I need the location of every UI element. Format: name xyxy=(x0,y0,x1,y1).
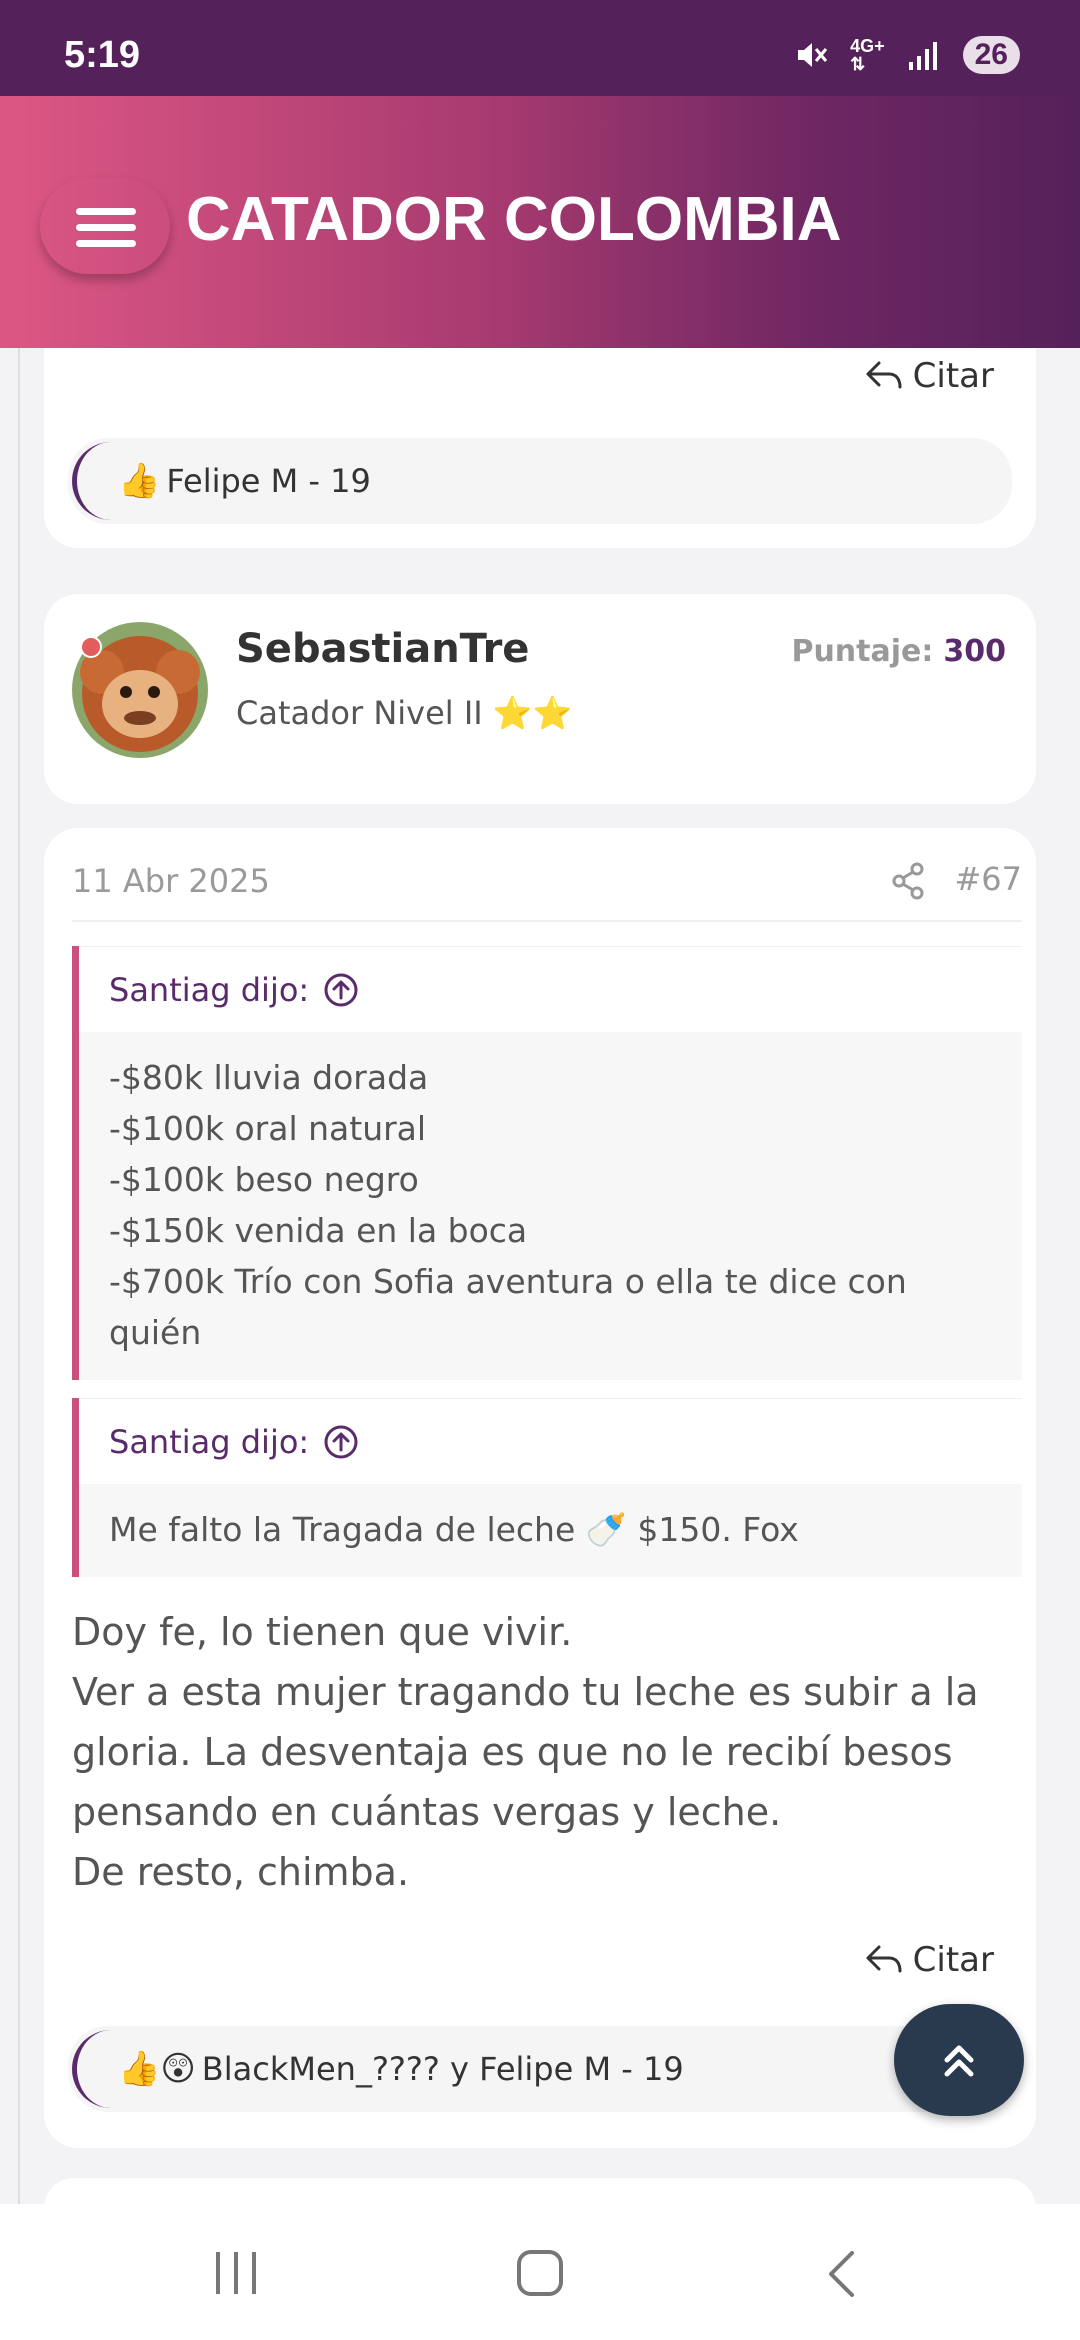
quote-header[interactable]: Santiag dijo: xyxy=(79,1398,1022,1484)
post-body: Doy fe, lo tienen que vivir. Ver a esta … xyxy=(72,1610,979,1894)
status-time: 5:19 xyxy=(64,34,141,76)
quote-author: Santiag dijo: xyxy=(109,1422,310,1461)
previous-post-card: Citar 👍 Felipe M - 19 xyxy=(44,348,1036,548)
system-nav-bar xyxy=(0,2204,1080,2340)
status-bar: 5:19 4G+ ⇅ 26 xyxy=(0,0,1080,96)
home-button[interactable] xyxy=(517,2250,563,2296)
app-header: CATADOR COLOMBIA xyxy=(0,96,1080,348)
author-score: Puntaje: 300 xyxy=(791,634,1006,669)
quote-block: Santiag dijo: -$80k lluvia dorada -$100k… xyxy=(72,946,1022,1380)
quote-body: Me falto la Tragada de leche 🍼 $150. Fox xyxy=(109,1510,799,1549)
post-card: 11 Abr 2025 #67 Santiag dijo: -$80k lluv… xyxy=(44,828,1036,2148)
signal-icon xyxy=(908,42,937,70)
reply-icon xyxy=(866,361,902,389)
quote-author: Santiag dijo: xyxy=(109,970,310,1009)
menu-button[interactable] xyxy=(40,178,170,274)
reaction-text: Felipe M - 19 xyxy=(166,462,371,500)
reaction-emojis-icon: 👍😲 xyxy=(118,2049,196,2089)
author-card: SebastianTre Catador Nivel II ⭐⭐ Puntaje… xyxy=(44,594,1036,804)
reaction-summary[interactable]: 👍 Felipe M - 19 xyxy=(68,438,1012,524)
online-status-dot xyxy=(80,636,102,658)
post-number[interactable]: #67 xyxy=(954,860,1022,898)
quote-block: Santiag dijo: Me falto la Tragada de lec… xyxy=(72,1398,1022,1577)
thumbs-up-icon: 👍 xyxy=(118,461,161,501)
post-date: 11 Abr 2025 xyxy=(72,862,270,900)
cite-label: Citar xyxy=(912,1940,994,1980)
reaction-summary[interactable]: 👍😲 BlackMen_???? y Felipe M - 19 xyxy=(68,2026,1012,2112)
left-divider xyxy=(18,348,20,2204)
mute-icon xyxy=(798,43,828,67)
next-post-card xyxy=(44,2178,1036,2204)
author-username[interactable]: SebastianTre xyxy=(236,626,529,672)
cite-button[interactable]: Citar xyxy=(865,356,994,396)
thread-content: Citar 👍 Felipe M - 19 SebastianTre Catad… xyxy=(0,348,1080,2204)
quote-header[interactable]: Santiag dijo: xyxy=(79,946,1022,1032)
scroll-to-top-button[interactable] xyxy=(894,2004,1024,2116)
author-rank: Catador Nivel II ⭐⭐ xyxy=(236,694,573,732)
back-button[interactable] xyxy=(826,2250,856,2298)
battery-icon: 26 xyxy=(962,36,1020,74)
recent-apps-button[interactable] xyxy=(216,2252,256,2294)
double-chevron-up-icon xyxy=(944,2045,974,2077)
app-title: CATADOR COLOMBIA xyxy=(186,185,842,254)
quote-body: -$80k lluvia dorada -$100k oral natural … xyxy=(109,1058,907,1352)
hamburger-icon xyxy=(76,208,136,215)
status-icons: 4G+ ⇅ 26 xyxy=(794,36,1020,74)
reply-icon xyxy=(866,1945,902,1973)
reaction-text: BlackMen_???? y Felipe M - 19 xyxy=(201,2050,684,2088)
divider xyxy=(72,920,1022,922)
arrow-up-circle-icon[interactable] xyxy=(323,1424,359,1460)
arrow-up-circle-icon[interactable] xyxy=(323,972,359,1008)
star-icon: ⭐⭐ xyxy=(492,694,573,732)
share-icon[interactable] xyxy=(890,862,926,900)
cite-button[interactable]: Citar xyxy=(865,1940,994,1980)
network-4g-icon: 4G+ ⇅ xyxy=(850,36,885,74)
cite-label: Citar xyxy=(912,356,994,396)
